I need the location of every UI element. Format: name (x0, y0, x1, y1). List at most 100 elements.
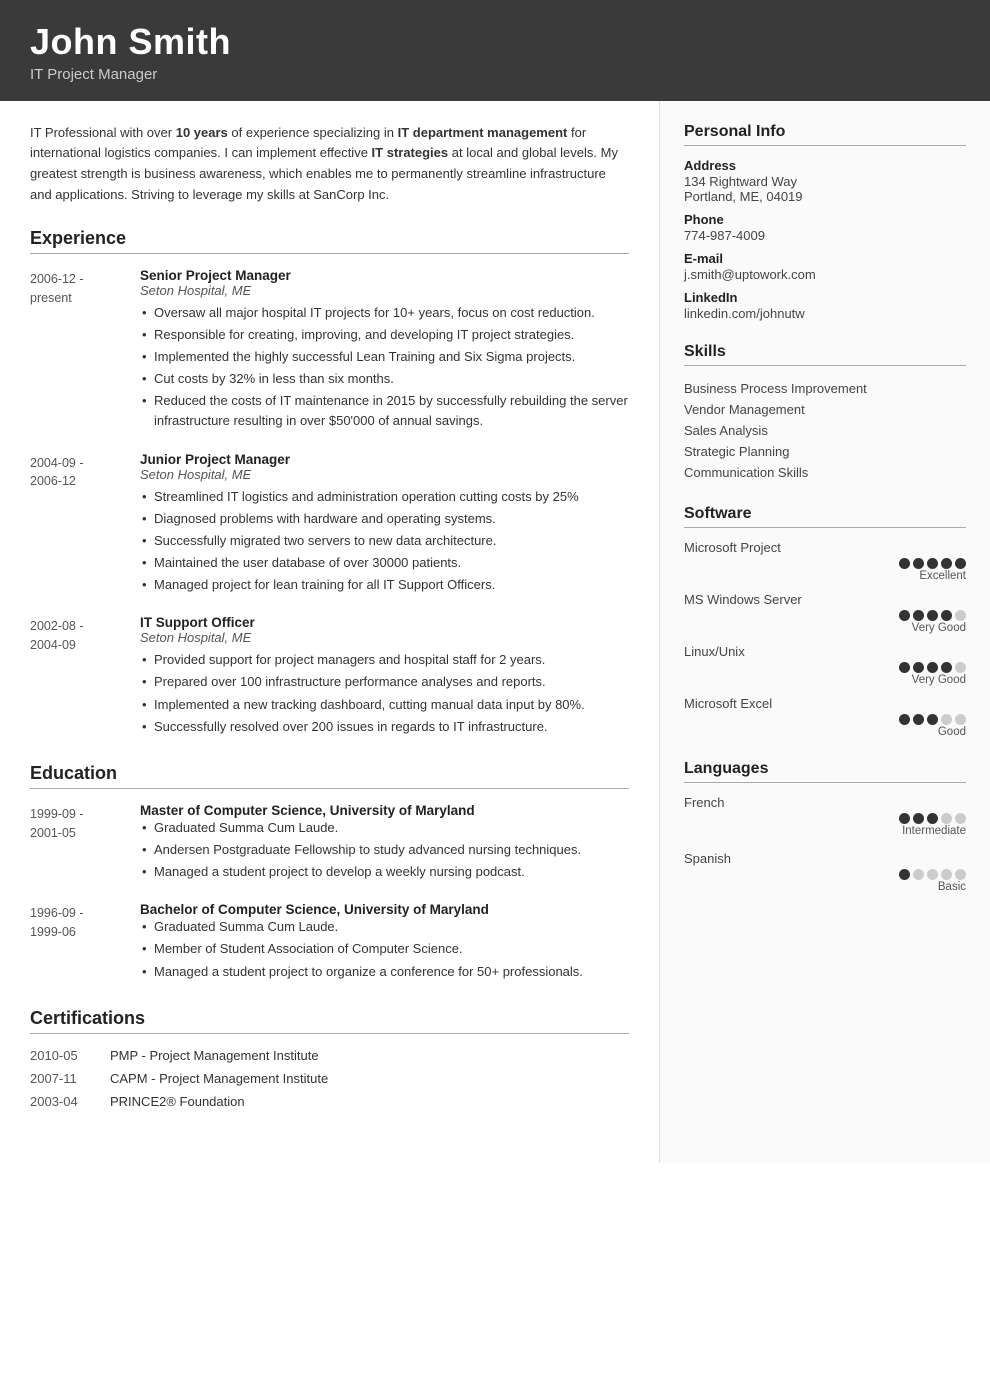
lang-item-0: French Intermediate (684, 795, 966, 837)
dot-label-0: Excellent (684, 570, 966, 582)
edu-entry-2: 1996-09 - 1999-06 Bachelor of Computer S… (30, 902, 629, 983)
dots-row-2 (684, 662, 966, 673)
dot-label-2: Very Good (684, 674, 966, 686)
lang-label-0: Intermediate (684, 825, 966, 837)
dot (899, 558, 910, 569)
exp-company-1: Seton Hospital, ME (140, 283, 629, 298)
exp-dates-2: 2004-09 - 2006-12 (30, 452, 140, 598)
education-section: Education 1999-09 - 2001-05 Master of Co… (30, 763, 629, 984)
dot (913, 869, 924, 880)
candidate-name: John Smith (30, 22, 960, 62)
dot-label-3: Good (684, 726, 966, 738)
bullet: Managed project for lean training for al… (140, 575, 629, 595)
phone-label: Phone (684, 212, 966, 227)
experience-section: Experience 2006-12 - present Senior Proj… (30, 228, 629, 739)
dot (955, 813, 966, 824)
skill-item-2: Sales Analysis (684, 420, 966, 441)
languages-heading: Languages (684, 760, 966, 783)
dot (913, 714, 924, 725)
edu-bullets-1: Graduated Summa Cum Laude. Andersen Post… (140, 818, 629, 882)
dot (941, 662, 952, 673)
experience-heading: Experience (30, 228, 629, 254)
software-name-1: MS Windows Server (684, 592, 966, 607)
exp-company-2: Seton Hospital, ME (140, 467, 629, 482)
exp-entry-2: 2004-09 - 2006-12 Junior Project Manager… (30, 452, 629, 598)
phone-value: 774-987-4009 (684, 228, 966, 243)
dot (955, 662, 966, 673)
dot (941, 714, 952, 725)
skill-item-4: Communication Skills (684, 462, 966, 483)
edu-title-2: Bachelor of Computer Science, University… (140, 902, 629, 917)
dot (913, 558, 924, 569)
bullet: Managed a student project to organize a … (140, 962, 629, 982)
cert-entry-2: 2007-11 CAPM - Project Management Instit… (30, 1071, 629, 1086)
dot (927, 558, 938, 569)
bullet: Diagnosed problems with hardware and ope… (140, 509, 629, 529)
dot (927, 714, 938, 725)
bullet: Implemented the highly successful Lean T… (140, 347, 629, 367)
dot (927, 610, 938, 621)
dot (941, 813, 952, 824)
software-name-2: Linux/Unix (684, 644, 966, 659)
dot (913, 813, 924, 824)
edu-bullets-2: Graduated Summa Cum Laude. Member of Stu… (140, 917, 629, 981)
edu-dates-1: 1999-09 - 2001-05 (30, 803, 140, 884)
dot (941, 558, 952, 569)
resume-header: John Smith IT Project Manager (0, 0, 990, 101)
lang-name-0: French (684, 795, 966, 810)
exp-bullets-1: Oversaw all major hospital IT projects f… (140, 303, 629, 432)
dot (955, 610, 966, 621)
email-value: j.smith@uptowork.com (684, 267, 966, 282)
cert-entry-1: 2010-05 PMP - Project Management Institu… (30, 1048, 629, 1063)
personal-info-heading: Personal Info (684, 123, 966, 146)
certifications-heading: Certifications (30, 1008, 629, 1034)
left-column: IT Professional with over 10 years of ex… (0, 101, 660, 1163)
exp-bullets-3: Provided support for project managers an… (140, 650, 629, 737)
cert-date-1: 2010-05 (30, 1048, 110, 1063)
linkedin-value: linkedin.com/johnutw (684, 306, 966, 321)
exp-title-3: IT Support Officer (140, 615, 629, 630)
lang-item-1: Spanish Basic (684, 851, 966, 893)
languages-section: Languages French Intermediate Spanish (684, 760, 966, 893)
software-item-2: Linux/Unix Very Good (684, 644, 966, 686)
software-heading: Software (684, 505, 966, 528)
candidate-title: IT Project Manager (30, 66, 960, 83)
exp-content-1: Senior Project Manager Seton Hospital, M… (140, 268, 629, 434)
software-section: Software Microsoft Project Excellent MS … (684, 505, 966, 738)
software-item-1: MS Windows Server Very Good (684, 592, 966, 634)
email-label: E-mail (684, 251, 966, 266)
dot (899, 714, 910, 725)
lang-label-1: Basic (684, 881, 966, 893)
dot (899, 610, 910, 621)
bullet: Oversaw all major hospital IT projects f… (140, 303, 629, 323)
address-value: 134 Rightward WayPortland, ME, 04019 (684, 174, 966, 204)
bullet: Managed a student project to develop a w… (140, 862, 629, 882)
bullet: Graduated Summa Cum Laude. (140, 818, 629, 838)
dot (927, 662, 938, 673)
linkedin-label: LinkedIn (684, 290, 966, 305)
exp-bullets-2: Streamlined IT logistics and administrat… (140, 487, 629, 596)
bullet: Maintained the user database of over 300… (140, 553, 629, 573)
exp-title-1: Senior Project Manager (140, 268, 629, 283)
exp-entry-1: 2006-12 - present Senior Project Manager… (30, 268, 629, 434)
software-item-3: Microsoft Excel Good (684, 696, 966, 738)
dot (941, 869, 952, 880)
exp-entry-3: 2002-08 - 2004-09 IT Support Officer Set… (30, 615, 629, 739)
dot (941, 610, 952, 621)
bullet: Reduced the costs of IT maintenance in 2… (140, 391, 629, 431)
dot (955, 558, 966, 569)
dot (899, 813, 910, 824)
dot (927, 869, 938, 880)
software-item-0: Microsoft Project Excellent (684, 540, 966, 582)
bullet: Implemented a new tracking dashboard, cu… (140, 695, 629, 715)
software-name-0: Microsoft Project (684, 540, 966, 555)
dot (913, 662, 924, 673)
exp-content-3: IT Support Officer Seton Hospital, ME Pr… (140, 615, 629, 739)
lang-dots-row-0 (684, 813, 966, 824)
edu-content-1: Master of Computer Science, University o… (140, 803, 629, 884)
cert-entry-3: 2003-04 PRINCE2® Foundation (30, 1094, 629, 1109)
exp-dates-3: 2002-08 - 2004-09 (30, 615, 140, 739)
bullet: Prepared over 100 infrastructure perform… (140, 672, 629, 692)
bullet: Graduated Summa Cum Laude. (140, 917, 629, 937)
skill-item-0: Business Process Improvement (684, 378, 966, 399)
